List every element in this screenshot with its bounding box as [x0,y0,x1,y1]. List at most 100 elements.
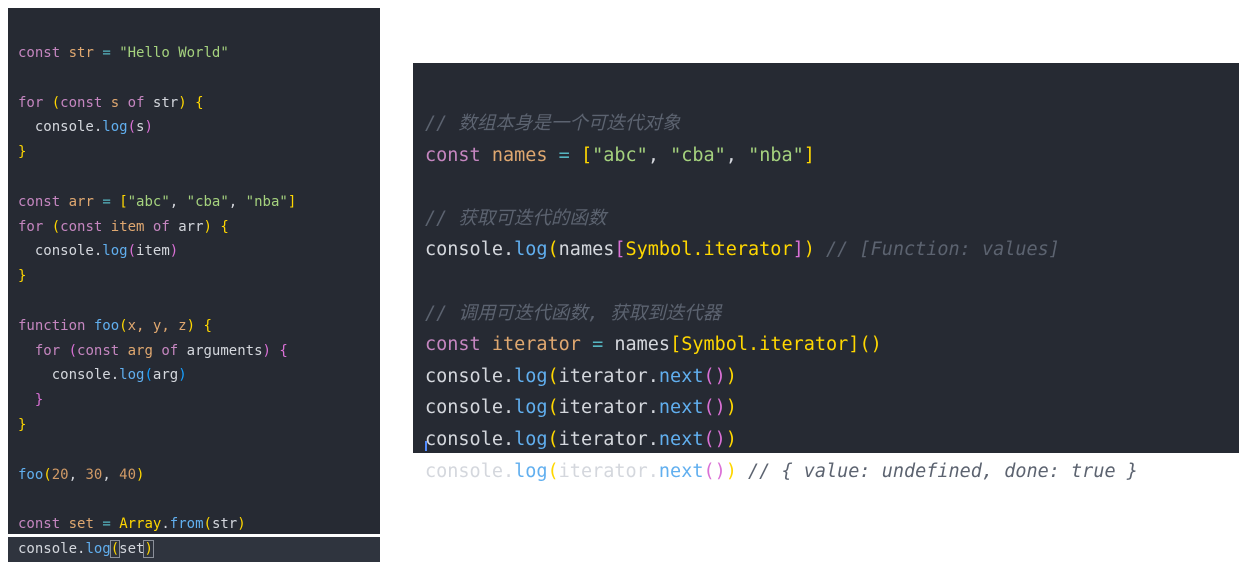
code-token: { [203,317,212,334]
code-line[interactable] [8,165,380,190]
code-line[interactable]: console.log(s) [8,115,380,140]
code-token: console. [425,428,515,450]
code-line[interactable]: const iterator = names[Symbol.iterator](… [413,329,1239,361]
code-line[interactable]: for (const s of str) { [8,91,380,116]
code-token: of [161,342,179,359]
code-line[interactable] [413,266,1239,298]
code-token: "abc" [127,193,170,210]
code-token: console. [425,365,515,387]
code-line[interactable]: for (const arg of arguments) { [8,339,380,364]
code-line[interactable]: const set = Array.from(str) [8,512,380,537]
code-line[interactable] [8,289,380,314]
code-token: console. [425,239,515,261]
code-token: ) [169,243,179,260]
code-token: () [859,334,882,356]
code-token: = [93,516,120,533]
code-line[interactable]: } [8,413,380,438]
code-token: , [68,466,86,483]
code-line[interactable]: const arr = ["abc", "cba", "nba"] [8,190,380,215]
code-token: "cba" [186,193,229,210]
code-line[interactable]: for (const item of arr) { [8,215,380,240]
code-token: "nba" [245,193,288,210]
code-comment: // 数组本身是一个可迭代对象 [425,113,681,134]
code-line[interactable] [413,171,1239,203]
code-token: arg [152,367,179,384]
code-line[interactable]: const str = "Hello World" [8,41,380,66]
code-line[interactable]: } [8,264,380,289]
code-line[interactable]: function foo(x, y, z) { [8,314,380,339]
code-token: console. [18,367,120,384]
code-token: ) [144,119,153,136]
code-token: } [18,416,27,433]
code-token: () [703,460,726,482]
code-line[interactable]: // 调用可迭代函数, 获取到迭代器 [413,298,1239,330]
code-token: iterator. [558,397,659,419]
code-token: { [220,218,229,235]
code-editor-right[interactable]: // 数组本身是一个可迭代对象 const names = ["abc", "cb… [413,63,1239,482]
code-token: next [658,460,704,482]
code-token: { [195,94,204,111]
code-line[interactable]: console.log(names[Symbol.iterator]) // [… [413,234,1239,266]
code-token: of [127,94,145,111]
code-token: function [18,317,86,334]
code-token: const [77,342,120,359]
code-token: log [85,540,111,557]
code-token: names [614,334,671,356]
code-line[interactable]: console.log(arg) [8,363,380,388]
code-token: const [425,144,481,166]
code-token: next [658,428,704,450]
code-line[interactable]: console.log(iterator.next()) [413,392,1239,424]
code-token: ) [803,239,815,261]
code-token: ( [43,466,52,483]
code-token: log [514,460,548,482]
code-line[interactable]: // 获取可迭代的函数 [413,203,1239,235]
code-token: Symbol.iterator [681,334,849,356]
code-token: ( [547,239,559,261]
code-line[interactable]: const names = ["abc", "cba", "nba"] [413,140,1239,172]
code-token: () [703,397,726,419]
code-token: ) [203,218,212,235]
code-token: [ [119,193,128,210]
code-token: ( [51,94,61,111]
code-token: str [211,516,238,533]
code-lines: // 数组本身是一个可迭代对象 const names = ["abc", "cb… [413,105,1239,487]
code-token: } [18,144,27,161]
code-token: ) [262,342,271,359]
code-token: const [60,218,103,235]
code-line[interactable]: console.log(iterator.next()) // { value:… [413,456,1239,488]
code-line[interactable]: foo(20, 30, 40) [8,463,380,488]
code-line[interactable]: console.log(item) [8,239,380,264]
code-token: { [279,342,288,359]
code-line[interactable]: console.log(iterator.next()) [413,361,1239,393]
code-line[interactable]: } [8,388,380,413]
code-token: const [425,334,481,356]
code-line[interactable] [8,487,380,512]
code-line[interactable]: console.log(iterator.next()) [413,424,1239,456]
code-token: next [658,365,704,387]
code-token: iterator [491,334,581,356]
code-token: x, y, z [127,317,187,334]
code-token: () [703,365,726,387]
code-line[interactable]: // 数组本身是一个可迭代对象 [413,108,1239,140]
code-token: from [169,516,204,533]
code-line[interactable] [8,66,380,91]
code-line[interactable] [8,438,380,463]
code-line[interactable]: } [8,140,380,165]
code-token: ) [725,460,737,482]
code-token: const [18,45,61,61]
code-token: log [102,243,128,260]
code-token: s [110,94,120,111]
code-token: log [119,367,145,384]
code-token: ( [68,342,78,359]
code-token: = [93,193,120,210]
code-editor-left[interactable]: const str = "Hello World" for (const s o… [8,8,380,562]
code-token: } [34,392,44,409]
